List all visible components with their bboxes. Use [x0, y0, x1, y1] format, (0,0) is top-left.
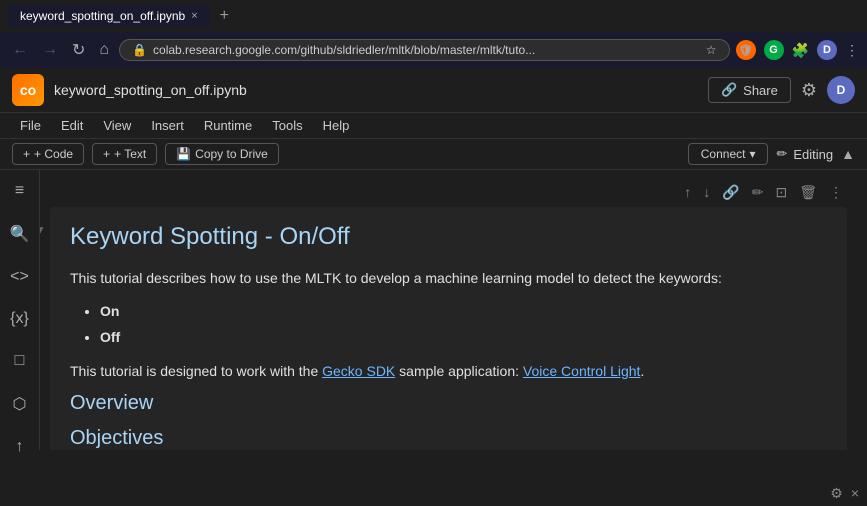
connect-button[interactable]: Connect ▾ [688, 143, 769, 165]
url-bar[interactable]: 🔒 colab.research.google.com/github/sldri… [119, 39, 729, 61]
voice-control-link[interactable]: Voice Control Light [523, 363, 641, 379]
colab-header: co keyword_spotting_on_off.ipynb 🔗 Share… [0, 68, 867, 113]
share-icon: 🔗 [721, 82, 737, 98]
sidebar-variables-icon[interactable]: {x} [6, 306, 33, 332]
link-icon[interactable]: 🔗 [718, 182, 743, 203]
menu-view[interactable]: View [95, 115, 139, 136]
sdk-description: This tutorial is designed to work with t… [70, 360, 827, 382]
add-code-button[interactable]: + + Code [12, 143, 84, 165]
notebook-area: ↑ ↓ 🔗 ✏ ⊡ 🗑 ⋮ ▼ Keyword Spotting - On/Of… [40, 170, 867, 450]
menu-edit[interactable]: Edit [53, 115, 91, 136]
settings-button[interactable]: ⚙ [801, 80, 817, 101]
plus-text-icon: + [103, 147, 110, 161]
sdk-text-post: . [640, 363, 644, 379]
collapse-toolbar-button[interactable]: ▲ [841, 146, 855, 162]
colab-logo: co [12, 74, 44, 106]
refresh-button[interactable]: ↻ [68, 38, 89, 62]
keywords-list: On Off [70, 299, 827, 349]
fullscreen-icon[interactable]: ⊡ [771, 182, 791, 203]
delete-icon[interactable]: 🗑 [795, 182, 821, 203]
active-tab[interactable]: keyword_spotting_on_off.ipynb × [8, 5, 210, 27]
toolbar: + + Code + + Text 💾 Copy to Drive Connec… [0, 139, 867, 170]
bottom-bar: ⚙ × [822, 481, 867, 506]
edit-icon[interactable]: ✏ [748, 182, 768, 203]
cell-collapse-arrow[interactable]: ▼ [40, 223, 46, 237]
menu-file[interactable]: File [12, 115, 49, 136]
notebook-main-title: Keyword Spotting - On/Off [70, 223, 827, 251]
browser-menu-icon[interactable]: ⋮ [845, 42, 859, 59]
menu-insert[interactable]: Insert [143, 115, 192, 136]
browser-extensions: 🛡 G 🧩 D ⋮ [736, 40, 859, 60]
sidebar-extensions-icon[interactable]: ⬡ [9, 390, 31, 418]
keyword-off: Off [100, 325, 827, 350]
bottom-close-icon[interactable]: × [851, 485, 859, 502]
share-button[interactable]: 🔗 Share [708, 77, 791, 103]
sdk-text-pre: This tutorial is designed to work with t… [70, 363, 322, 379]
forward-button[interactable]: → [38, 39, 62, 61]
back-button[interactable]: ← [8, 39, 32, 61]
home-button[interactable]: ⌂ [95, 39, 113, 61]
menu-tools[interactable]: Tools [264, 115, 310, 136]
user-avatar[interactable]: D [827, 76, 855, 104]
header-actions: 🔗 Share ⚙ D [708, 76, 855, 104]
move-up-icon[interactable]: ↑ [680, 182, 695, 203]
sidebar-files-icon[interactable]: □ [11, 348, 29, 374]
sidebar-code-icon[interactable]: <> [6, 264, 33, 290]
editing-indicator: ✏ Editing [776, 146, 833, 162]
extensions-icon[interactable]: 🧩 [792, 42, 809, 59]
objectives-heading: Objectives [70, 427, 827, 450]
keyword-on: On [100, 299, 827, 324]
plus-code-icon: + [23, 147, 30, 161]
cell-toolbar: ↑ ↓ 🔗 ✏ ⊡ 🗑 ⋮ [50, 182, 847, 203]
tab-label: keyword_spotting_on_off.ipynb [20, 9, 185, 23]
drive-icon: 💾 [176, 147, 191, 161]
lock-icon: 🔒 [132, 43, 147, 57]
notebook-filename: keyword_spotting_on_off.ipynb [54, 82, 698, 98]
notebook-cell: ▼ Keyword Spotting - On/Off This tutoria… [50, 207, 847, 450]
nav-bar: ← → ↻ ⌂ 🔒 colab.research.google.com/gith… [0, 32, 867, 68]
intro-text: This tutorial describes how to use the M… [70, 267, 827, 289]
copy-to-drive-button[interactable]: 💾 Copy to Drive [165, 143, 279, 165]
new-tab-button[interactable]: + [216, 7, 233, 25]
sdk-text-mid: sample application: [395, 363, 523, 379]
menu-bar: File Edit View Insert Runtime Tools Help [0, 113, 867, 139]
add-text-button[interactable]: + + Text [92, 143, 157, 165]
extension-icon-2[interactable]: G [764, 40, 784, 60]
tab-close-icon[interactable]: × [191, 10, 197, 22]
gecko-sdk-link[interactable]: Gecko SDK [322, 363, 395, 379]
edit-pencil-icon: ✏ [776, 146, 787, 162]
overview-heading: Overview [70, 392, 827, 415]
sidebar-upload-icon[interactable]: ↑ [12, 434, 28, 460]
url-text: colab.research.google.com/github/sldried… [153, 43, 700, 57]
main-content: ≡ 🔍 <> {x} □ ⬡ ↑ ↑ ↓ 🔗 ✏ ⊡ 🗑 ⋮ ▼ Keyword… [0, 170, 867, 450]
extension-icon-1[interactable]: 🛡 [736, 40, 756, 60]
more-options-icon[interactable]: ⋮ [825, 182, 847, 203]
sidebar-menu-icon[interactable]: ≡ [11, 178, 28, 204]
sidebar: ≡ 🔍 <> {x} □ ⬡ ↑ [0, 170, 40, 450]
bottom-settings-icon[interactable]: ⚙ [830, 485, 843, 502]
sidebar-search-icon[interactable]: 🔍 [6, 220, 34, 248]
menu-help[interactable]: Help [315, 115, 358, 136]
connect-dropdown-icon: ▾ [749, 147, 755, 161]
user-profile-icon[interactable]: D [817, 40, 837, 60]
move-down-icon[interactable]: ↓ [699, 182, 714, 203]
menu-runtime[interactable]: Runtime [196, 115, 260, 136]
bookmark-icon[interactable]: ☆ [706, 43, 717, 57]
